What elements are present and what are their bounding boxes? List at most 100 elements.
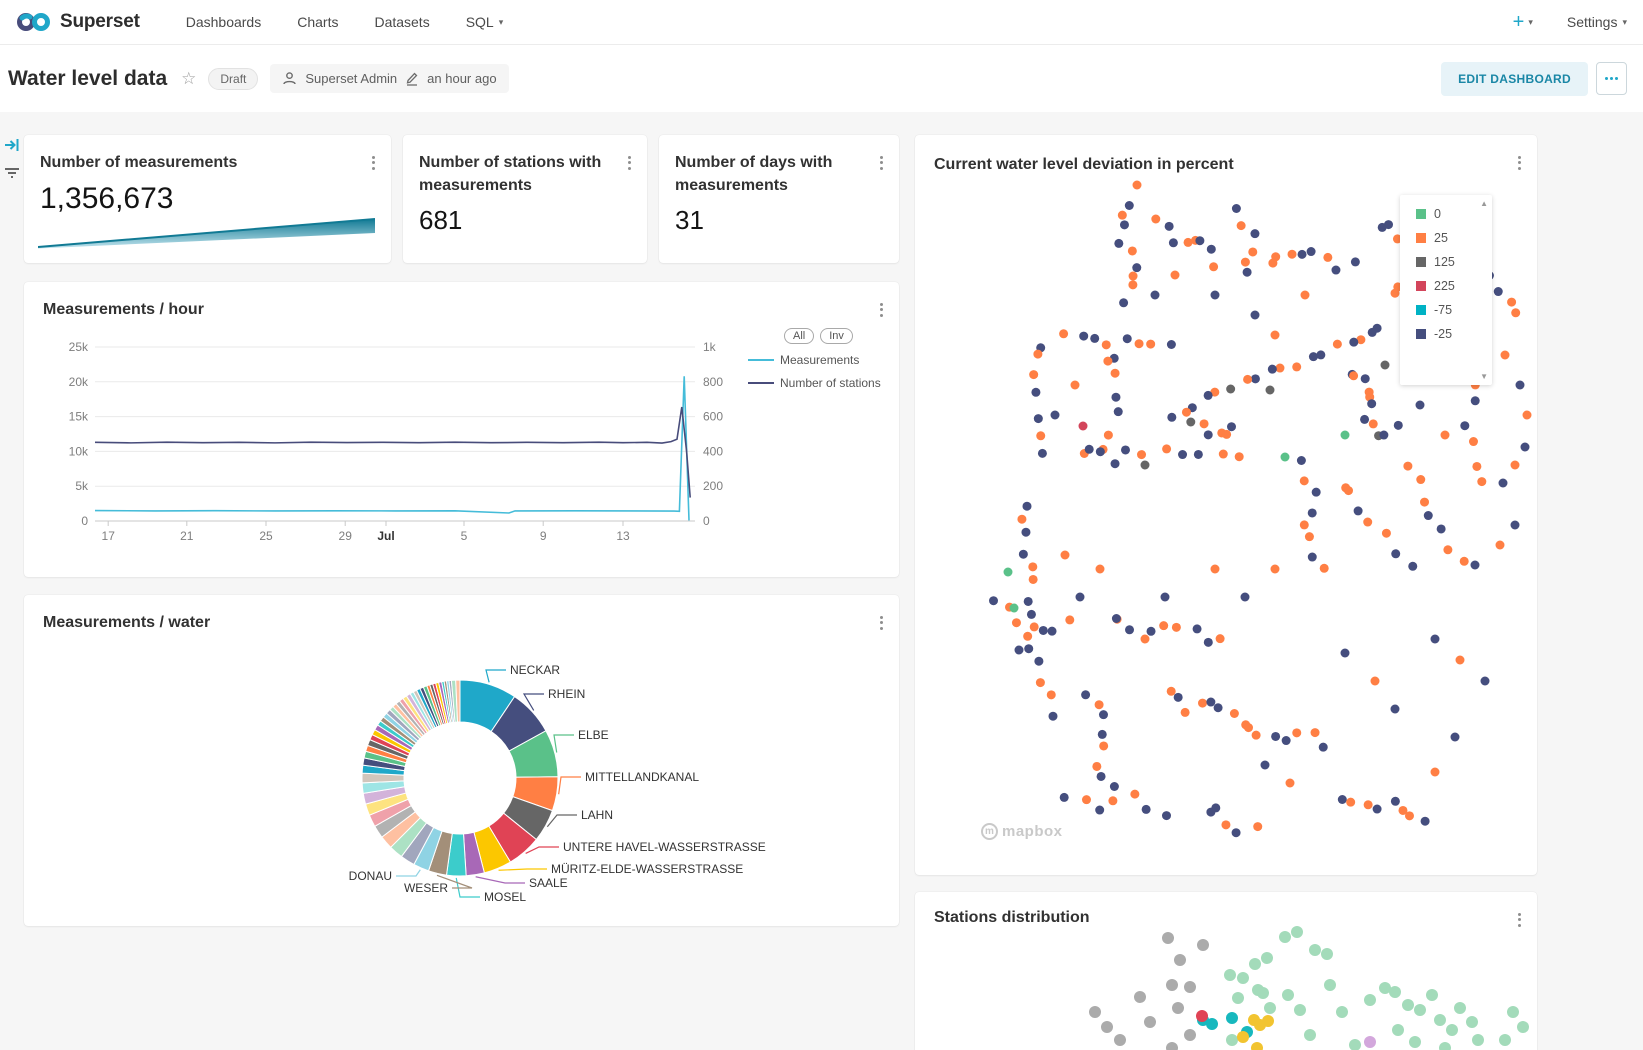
filter-icon[interactable] — [4, 166, 20, 180]
legend-label: 25 — [1434, 231, 1448, 245]
edit-dashboard-button[interactable]: EDIT DASHBOARD — [1441, 62, 1588, 96]
svg-text:MÜRITZ-ELDE-WASSERSTRASSE: MÜRITZ-ELDE-WASSERSTRASSE — [551, 862, 743, 876]
legend-item[interactable]: 225 — [1416, 279, 1478, 293]
series-label: Number of stations — [780, 376, 881, 390]
svg-text:MOSEL: MOSEL — [484, 890, 526, 904]
line-chart[interactable]: 005k20010k40015k60020k80025k1k17212529Ju… — [24, 282, 899, 577]
legend-label: -75 — [1434, 303, 1452, 317]
new-item-button[interactable]: + ▾ — [1513, 11, 1533, 34]
svg-text:0: 0 — [703, 514, 710, 528]
chart-kebab-menu[interactable] — [1516, 151, 1523, 174]
svg-text:800: 800 — [703, 375, 723, 389]
superset-brand[interactable]: Superset — [16, 11, 140, 33]
legend-item-stations[interactable]: Number of stations — [748, 376, 893, 390]
nav-item-datasets[interactable]: Datasets — [374, 14, 429, 30]
settings-menu[interactable]: Settings ▾ — [1567, 14, 1627, 30]
chart-kebab-menu[interactable] — [878, 151, 885, 174]
big-number-card-stations: Number of stations with measurements 681 — [403, 135, 647, 263]
top-chrome: Superset Dashboards Charts Datasets SQL … — [0, 0, 1643, 112]
legend-label: 125 — [1434, 255, 1455, 269]
legend-label: 0 — [1434, 207, 1441, 221]
svg-text:29: 29 — [339, 529, 353, 543]
big-number-value: 31 — [675, 205, 883, 236]
svg-text:25: 25 — [259, 529, 273, 543]
plus-icon: + — [1513, 11, 1525, 34]
svg-text:NECKAR: NECKAR — [510, 663, 560, 677]
chart-title: Number of measurements — [40, 151, 340, 174]
svg-text:ELBE: ELBE — [578, 728, 609, 742]
line-chart-card: Measurements / hour 005k20010k40015k6002… — [24, 282, 899, 577]
status-badge: Draft — [208, 68, 258, 90]
user-icon — [282, 71, 297, 86]
donut-chart-card: Measurements / water NECKARRHEINELBEMITT… — [24, 595, 899, 926]
stations-distribution-card: Stations distribution — [915, 892, 1537, 1050]
legend-all-button[interactable]: All — [784, 328, 814, 344]
svg-text:WESER: WESER — [404, 881, 448, 895]
page-title: Water level data — [8, 67, 167, 91]
favorite-star-icon[interactable]: ☆ — [181, 69, 196, 89]
svg-text:13: 13 — [616, 529, 630, 543]
map-legend: ▲ 0 25 125 225 -75 -25 ▼ — [1400, 195, 1492, 385]
donut-chart[interactable]: NECKARRHEINELBEMITTELLANDKANALLAHNUNTERE… — [24, 595, 899, 926]
series-color-swatch — [748, 382, 774, 384]
sparkline-chart[interactable] — [38, 215, 375, 253]
svg-text:Jul: Jul — [377, 529, 394, 543]
legend-color-swatch — [1416, 257, 1426, 267]
chart-kebab-menu[interactable] — [370, 151, 377, 174]
legend-item[interactable]: 125 — [1416, 255, 1478, 269]
mapbox-icon: m — [981, 823, 998, 840]
filter-bar-collapsed — [0, 130, 24, 194]
big-number-value: 1,356,673 — [40, 182, 375, 216]
settings-label: Settings — [1567, 14, 1618, 30]
pencil-icon — [405, 71, 419, 86]
chart-kebab-menu[interactable] — [626, 151, 633, 174]
legend-item[interactable]: -25 — [1416, 327, 1478, 341]
legend-label: 225 — [1434, 279, 1455, 293]
superset-logo-icon — [16, 11, 52, 33]
series-label: Measurements — [780, 353, 859, 367]
chart-legend: All Inv Measurements Number of stations — [748, 328, 893, 390]
legend-scroll-up-icon[interactable]: ▲ — [1480, 199, 1488, 208]
chevron-down-icon: ▾ — [499, 17, 504, 28]
legend-item[interactable]: 0 — [1416, 207, 1478, 221]
svg-text:SAALE: SAALE — [529, 876, 568, 890]
last-modified: an hour ago — [427, 71, 496, 86]
expand-filters-icon[interactable] — [4, 138, 20, 152]
legend-item[interactable]: 25 — [1416, 231, 1478, 245]
nav-item-sql[interactable]: SQL ▾ — [466, 14, 504, 30]
chart-title: Current water level deviation in percent — [934, 153, 1234, 176]
legend-color-swatch — [1416, 281, 1426, 291]
chart-title: Stations distribution — [934, 906, 1090, 929]
more-options-button[interactable] — [1596, 62, 1627, 95]
svg-text:MITTELLANDKANAL: MITTELLANDKANAL — [585, 770, 699, 784]
svg-text:15k: 15k — [69, 410, 89, 424]
chart-title: Number of days with measurements — [675, 151, 865, 197]
svg-text:5: 5 — [461, 529, 468, 543]
top-navbar: Superset Dashboards Charts Datasets SQL … — [0, 0, 1643, 45]
svg-text:LAHN: LAHN — [581, 808, 613, 822]
svg-text:200: 200 — [703, 479, 723, 493]
legend-item[interactable]: -75 — [1416, 303, 1478, 317]
svg-text:5k: 5k — [75, 479, 89, 493]
chart-title: Number of stations with measurements — [419, 151, 609, 197]
nav-item-dashboards[interactable]: Dashboards — [186, 14, 262, 30]
svg-text:25k: 25k — [69, 340, 89, 354]
legend-color-swatch — [1416, 233, 1426, 243]
map-chart-card: Current water level deviation in percent… — [915, 135, 1537, 875]
header-actions: EDIT DASHBOARD — [1441, 62, 1627, 96]
legend-label: -25 — [1434, 327, 1452, 341]
svg-text:9: 9 — [540, 529, 547, 543]
legend-inv-button[interactable]: Inv — [820, 328, 853, 344]
mapbox-label: mapbox — [1002, 823, 1063, 840]
svg-text:UNTERE HAVEL-WASSERSTRASSE: UNTERE HAVEL-WASSERSTRASSE — [563, 840, 766, 854]
big-number-card-measurements: Number of measurements 1,356,673 — [24, 135, 391, 263]
nav-item-charts[interactable]: Charts — [297, 14, 338, 30]
mapbox-attribution[interactable]: m mapbox — [981, 823, 1063, 840]
svg-text:20k: 20k — [69, 375, 89, 389]
legend-item-measurements[interactable]: Measurements — [748, 353, 893, 367]
svg-text:400: 400 — [703, 444, 723, 458]
legend-scroll-down-icon[interactable]: ▼ — [1480, 372, 1488, 381]
svg-text:DONAU: DONAU — [349, 869, 392, 883]
chart-kebab-menu[interactable] — [1516, 908, 1523, 931]
owner-chip[interactable]: Superset Admin an hour ago — [270, 64, 508, 93]
